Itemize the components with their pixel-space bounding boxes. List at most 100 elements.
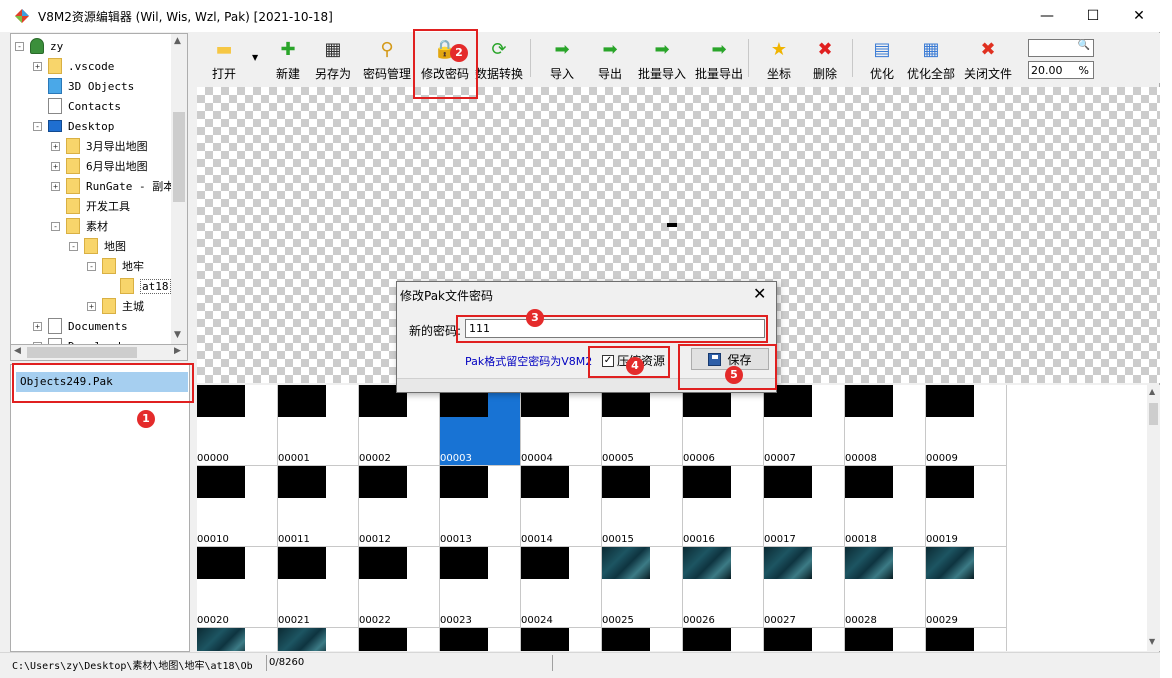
scroll-up-icon[interactable]: ▲: [174, 36, 181, 46]
thumbnail-cell[interactable]: 00012: [359, 466, 440, 547]
thumbnail-cell[interactable]: 00006: [683, 385, 764, 466]
thumbnail-cell[interactable]: 00022: [359, 547, 440, 628]
tree-item[interactable]: + 主城: [87, 296, 144, 316]
coords-button[interactable]: ★ 坐标: [758, 35, 800, 81]
new-button[interactable]: ✚ 新建: [270, 35, 306, 81]
tree-item[interactable]: - Desktop: [33, 116, 114, 136]
scroll-up-icon[interactable]: ▲: [1149, 387, 1155, 396]
thumbnail-cell[interactable]: 00008: [845, 385, 926, 466]
collapse-icon[interactable]: -: [15, 41, 24, 51]
collapse-icon[interactable]: -: [87, 261, 96, 271]
collapse-icon[interactable]: -: [33, 121, 42, 131]
thumbnail-cell[interactable]: 00024: [521, 547, 602, 628]
tree-item[interactable]: +3月导出地图: [51, 136, 148, 156]
thumbnail-cell[interactable]: 00005: [602, 385, 683, 466]
thumbnail-cell[interactable]: 00029: [926, 547, 1007, 628]
tree-item[interactable]: + .vscode: [33, 56, 114, 76]
delete-button[interactable]: ✖ 删除: [806, 35, 844, 81]
thumbnail-cell[interactable]: 00018: [845, 466, 926, 547]
tree-item[interactable]: + RunGate - 副本: [51, 176, 174, 196]
thumbnail-cell[interactable]: 00001: [278, 385, 359, 466]
collapse-icon[interactable]: -: [69, 241, 78, 251]
export-button[interactable]: ➡ 导出: [588, 35, 632, 81]
scroll-down-icon[interactable]: ▼: [1149, 637, 1155, 646]
thumbnail-cell[interactable]: 00013: [440, 466, 521, 547]
thumbnail-cell[interactable]: 00026: [683, 547, 764, 628]
thumbnail-cell[interactable]: 00037: [764, 628, 845, 651]
scroll-left-icon[interactable]: ◀: [14, 346, 21, 356]
dialog-close-button[interactable]: ✕: [753, 284, 766, 303]
tree-item[interactable]: - zy: [15, 36, 63, 56]
tree-item[interactable]: - 素材: [51, 216, 108, 236]
thumbnail-cell[interactable]: 00011: [278, 466, 359, 547]
expand-icon[interactable]: +: [87, 301, 96, 311]
thumbnail-cell[interactable]: 00036: [683, 628, 764, 651]
tree-item[interactable]: - 地牢: [87, 256, 144, 276]
open-button[interactable]: ▬ 打开: [200, 35, 248, 81]
scroll-right-icon[interactable]: ▶: [174, 346, 181, 356]
collapse-icon[interactable]: -: [51, 221, 60, 231]
import-button[interactable]: ➡ 导入: [540, 35, 584, 81]
tree-item[interactable]: at18: [105, 276, 171, 296]
optimizeall-button[interactable]: ▦ 优化全部: [904, 35, 958, 81]
closefile-button[interactable]: ✖ 关闭文件: [960, 35, 1016, 81]
minimize-button[interactable]: —: [1024, 0, 1070, 32]
expand-icon[interactable]: +: [51, 181, 60, 191]
thumbnail-cell[interactable]: 00035: [602, 628, 683, 651]
optimize-button[interactable]: ▤ 优化: [862, 35, 902, 81]
close-window-button[interactable]: ✕: [1116, 0, 1162, 32]
thumbnail-cell[interactable]: 00002: [359, 385, 440, 466]
thumbnail-cell[interactable]: 00003: [440, 385, 521, 466]
open-dropdown-arrow-icon[interactable]: ▼: [252, 53, 258, 62]
thumbnail-grid[interactable]: 00000 00001 00002 00003 00004 00005 00006 00007…: [197, 385, 1147, 651]
thumbnail-cell[interactable]: 00027: [764, 547, 845, 628]
thumbnail-cell[interactable]: 00030: [197, 628, 278, 651]
thumbnail-cell[interactable]: 00007: [764, 385, 845, 466]
tree-item[interactable]: +6月导出地图: [51, 156, 148, 176]
thumbnail-cell[interactable]: 00038: [845, 628, 926, 651]
tree-item[interactable]: - 地图: [69, 236, 126, 256]
expand-icon[interactable]: +: [33, 61, 42, 71]
thumbnail-cell[interactable]: 00028: [845, 547, 926, 628]
grid-vertical-scrollbar[interactable]: ▲ ▼: [1147, 385, 1160, 651]
thumbnail-cell[interactable]: 00017: [764, 466, 845, 547]
thumbnail-cell[interactable]: 00009: [926, 385, 1007, 466]
tree-item[interactable]: 开发工具: [51, 196, 130, 216]
thumbnail-cell[interactable]: 00014: [521, 466, 602, 547]
file-list[interactable]: Objects249.Pak: [10, 364, 190, 652]
thumbnail-cell[interactable]: 00020: [197, 547, 278, 628]
expand-icon[interactable]: +: [33, 321, 42, 331]
convert-button[interactable]: ⟳ 数据转换: [474, 35, 524, 81]
thumbnail-cell[interactable]: 00032: [359, 628, 440, 651]
tree-item[interactable]: 3D Objects: [33, 76, 134, 96]
saveas-button[interactable]: ▦ 另存为: [310, 35, 356, 81]
scroll-down-icon[interactable]: ▼: [174, 330, 181, 340]
scroll-thumb[interactable]: [173, 112, 185, 202]
thumbnail-cell[interactable]: 00039: [926, 628, 1007, 651]
thumbnail-cell[interactable]: 00021: [278, 547, 359, 628]
tree-item[interactable]: + Documents: [33, 316, 128, 336]
thumbnail-cell[interactable]: 00016: [683, 466, 764, 547]
zoom-input[interactable]: 20.00 %: [1028, 61, 1094, 79]
thumbnail-cell[interactable]: 00000: [197, 385, 278, 466]
thumbnail-cell[interactable]: 00004: [521, 385, 602, 466]
maximize-button[interactable]: ☐: [1070, 0, 1116, 32]
thumbnail-cell[interactable]: 00019: [926, 466, 1007, 547]
thumbnail-cell[interactable]: 00025: [602, 547, 683, 628]
tree-item[interactable]: +Downloads: [33, 336, 128, 344]
tree-vertical-scrollbar[interactable]: ▲ ▼: [171, 34, 187, 344]
thumbnail-cell[interactable]: 00023: [440, 547, 521, 628]
scroll-thumb[interactable]: [1149, 403, 1158, 425]
folder-tree[interactable]: - zy + .vscode 3D Objects Contacts - Desktop +3月…: [10, 33, 188, 345]
thumbnail-cell[interactable]: 00031: [278, 628, 359, 651]
thumbnail-cell[interactable]: 00034: [521, 628, 602, 651]
expand-icon[interactable]: +: [51, 161, 60, 171]
thumbnail-cell[interactable]: 00015: [602, 466, 683, 547]
tree-item[interactable]: Contacts: [33, 96, 121, 116]
expand-icon[interactable]: +: [51, 141, 60, 151]
thumbnail-cell[interactable]: 00010: [197, 466, 278, 547]
search-input[interactable]: 🔍: [1028, 39, 1094, 57]
thumbnail-cell[interactable]: 00033: [440, 628, 521, 651]
scroll-thumb[interactable]: [27, 347, 137, 358]
pwdmgr-button[interactable]: ⚲ 密码管理: [360, 35, 414, 81]
